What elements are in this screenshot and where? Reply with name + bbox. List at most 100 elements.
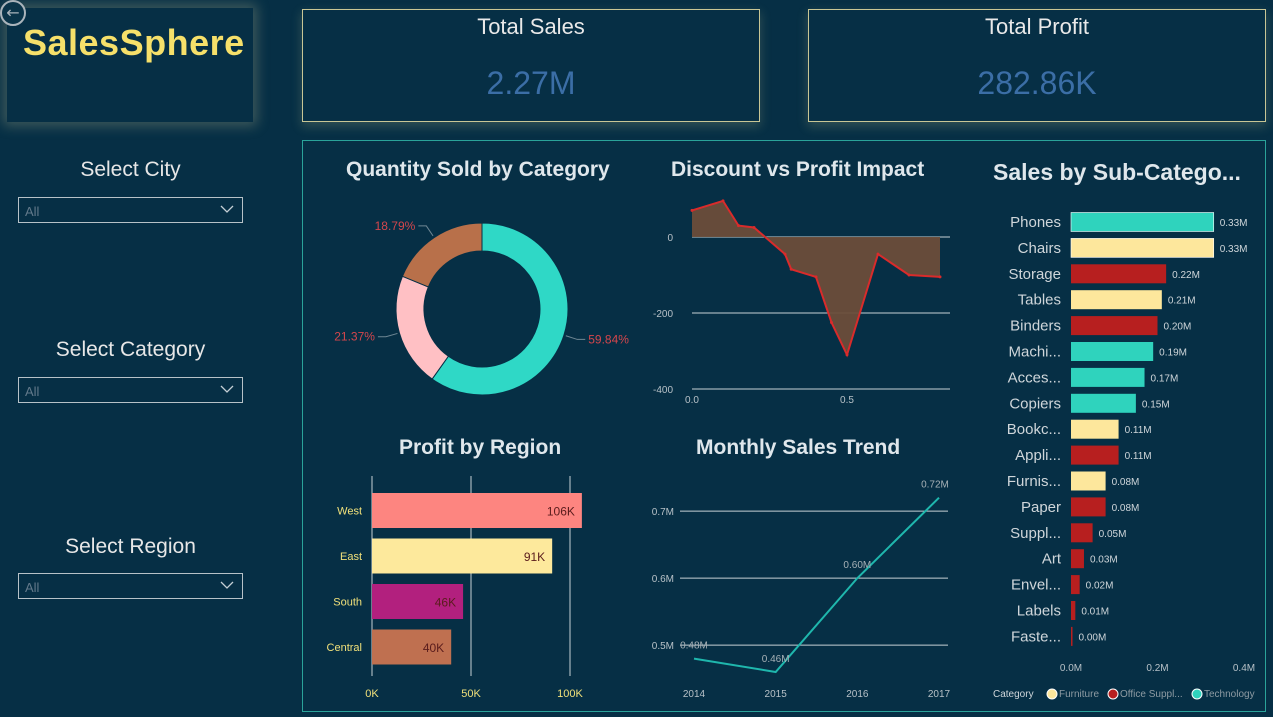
data-point: [783, 252, 787, 256]
data-label: 0.33M: [1220, 218, 1248, 229]
bar[interactable]: [1071, 601, 1076, 620]
legend-marker[interactable]: [1107, 688, 1119, 700]
data-label: 0.20M: [1164, 322, 1192, 333]
data-label: 0.72M: [921, 480, 949, 491]
data-label: 0.05M: [1099, 529, 1127, 540]
data-label: 106K: [547, 505, 575, 519]
charts-canvas[interactable]: 59.84% 21.37% 18.79% 0 -200 -400 0.0 0.5 Phones 0…: [0, 0, 1273, 717]
bar[interactable]: [1071, 264, 1167, 284]
x-tick-label: 0.4M: [1233, 663, 1255, 674]
donut-slice-label: 18.79%: [375, 219, 416, 233]
data-label: 0.08M: [1112, 477, 1140, 488]
bar[interactable]: [1071, 523, 1093, 543]
bar[interactable]: [1071, 419, 1119, 439]
back-button[interactable]: ←: [0, 0, 26, 26]
y-tick-label: 0: [667, 233, 673, 244]
category-label: Tables: [1018, 292, 1061, 309]
donut-slice[interactable]: [395, 275, 450, 380]
category-label: Paper: [1021, 499, 1061, 516]
x-tick-label: 2015: [765, 689, 788, 700]
bar[interactable]: [1071, 316, 1158, 336]
data-label: 0.60M: [843, 560, 871, 571]
data-label: 0.17M: [1151, 373, 1179, 384]
data-point: [814, 275, 818, 279]
category-label: Envel...: [1011, 577, 1061, 594]
donut-slice-label: 21.37%: [334, 330, 375, 344]
legend-item[interactable]: Office Suppl...: [1120, 689, 1183, 700]
donut-leader-line: [418, 225, 434, 237]
legend-item[interactable]: Furniture: [1059, 689, 1099, 700]
data-point: [721, 199, 725, 203]
data-point: [830, 321, 833, 324]
x-tick-label: 0.0: [685, 395, 699, 406]
category-label: Storage: [1008, 266, 1061, 283]
data-label: 40K: [423, 641, 444, 655]
data-label: 0.02M: [1086, 581, 1114, 592]
data-point: [938, 275, 942, 279]
legend-marker[interactable]: [1191, 688, 1203, 700]
data-point: [876, 252, 880, 256]
bar[interactable]: [1071, 549, 1084, 569]
legend-marker[interactable]: [1046, 688, 1058, 700]
category-label: Appli...: [1015, 447, 1061, 464]
category-label: South: [333, 597, 362, 609]
x-tick-label: 0.0M: [1060, 663, 1082, 674]
data-point: [752, 226, 756, 229]
donut-leader-line: [565, 335, 586, 340]
data-label: 0.15M: [1142, 399, 1170, 410]
bar[interactable]: [1070, 238, 1215, 258]
data-label: 0.19M: [1159, 348, 1187, 359]
bar[interactable]: [1070, 212, 1215, 232]
y-tick-label: 0.6M: [652, 574, 674, 585]
category-label: Copiers: [1009, 395, 1061, 412]
legend-item[interactable]: Technology: [1204, 689, 1255, 700]
data-label: 0.48M: [680, 641, 708, 652]
x-tick-label: 2014: [683, 689, 706, 700]
data-label: 91K: [524, 550, 545, 564]
bar[interactable]: [1071, 626, 1073, 646]
arrow-left-icon: ←: [6, 3, 20, 22]
sales-trend-line[interactable]: [693, 496, 940, 674]
x-tick-label: 0K: [365, 688, 379, 700]
legend-title: Category: [993, 689, 1034, 700]
bar[interactable]: [1071, 445, 1119, 465]
y-tick-label: -200: [653, 309, 673, 320]
x-tick-label: 50K: [461, 688, 481, 700]
data-label: 46K: [435, 596, 456, 610]
y-tick-label: -400: [653, 385, 673, 396]
category-label: Suppl...: [1010, 525, 1061, 542]
donut-leader-line: [377, 332, 398, 338]
category-label: Bookc...: [1007, 421, 1061, 438]
y-tick-label: 0.7M: [652, 507, 674, 518]
data-label: 0.03M: [1090, 555, 1118, 566]
category-label: Faste...: [1011, 628, 1061, 645]
category-label: Phones: [1010, 214, 1061, 231]
bar[interactable]: [1071, 342, 1154, 361]
x-tick-label: 2016: [846, 689, 869, 700]
bar[interactable]: [1071, 575, 1080, 595]
donut-slice-label: 59.84%: [588, 332, 629, 346]
bar[interactable]: [1071, 497, 1106, 517]
category-label: Acces...: [1008, 369, 1061, 386]
data-point: [907, 273, 911, 277]
data-label: 0.11M: [1125, 451, 1152, 462]
x-tick-label: 0.5: [840, 395, 854, 406]
bar[interactable]: [1071, 471, 1106, 491]
x-tick-label: 100K: [557, 688, 583, 700]
data-point: [845, 353, 849, 357]
data-label: 0.21M: [1168, 296, 1196, 307]
data-label: 0.33M: [1220, 244, 1248, 255]
x-tick-label: 0.2M: [1146, 663, 1168, 674]
category-label: Labels: [1017, 603, 1061, 620]
bar[interactable]: [1071, 393, 1136, 413]
data-point: [737, 224, 740, 228]
category-label: East: [340, 551, 362, 563]
bar[interactable]: [1071, 367, 1145, 387]
category-label: Furnis...: [1007, 473, 1061, 490]
data-point: [690, 208, 694, 212]
x-tick-label: 2017: [928, 689, 951, 700]
category-label: Art: [1042, 551, 1062, 568]
bar[interactable]: [1071, 290, 1162, 310]
data-label: 0.08M: [1112, 503, 1140, 514]
data-label: 0.01M: [1081, 607, 1109, 618]
